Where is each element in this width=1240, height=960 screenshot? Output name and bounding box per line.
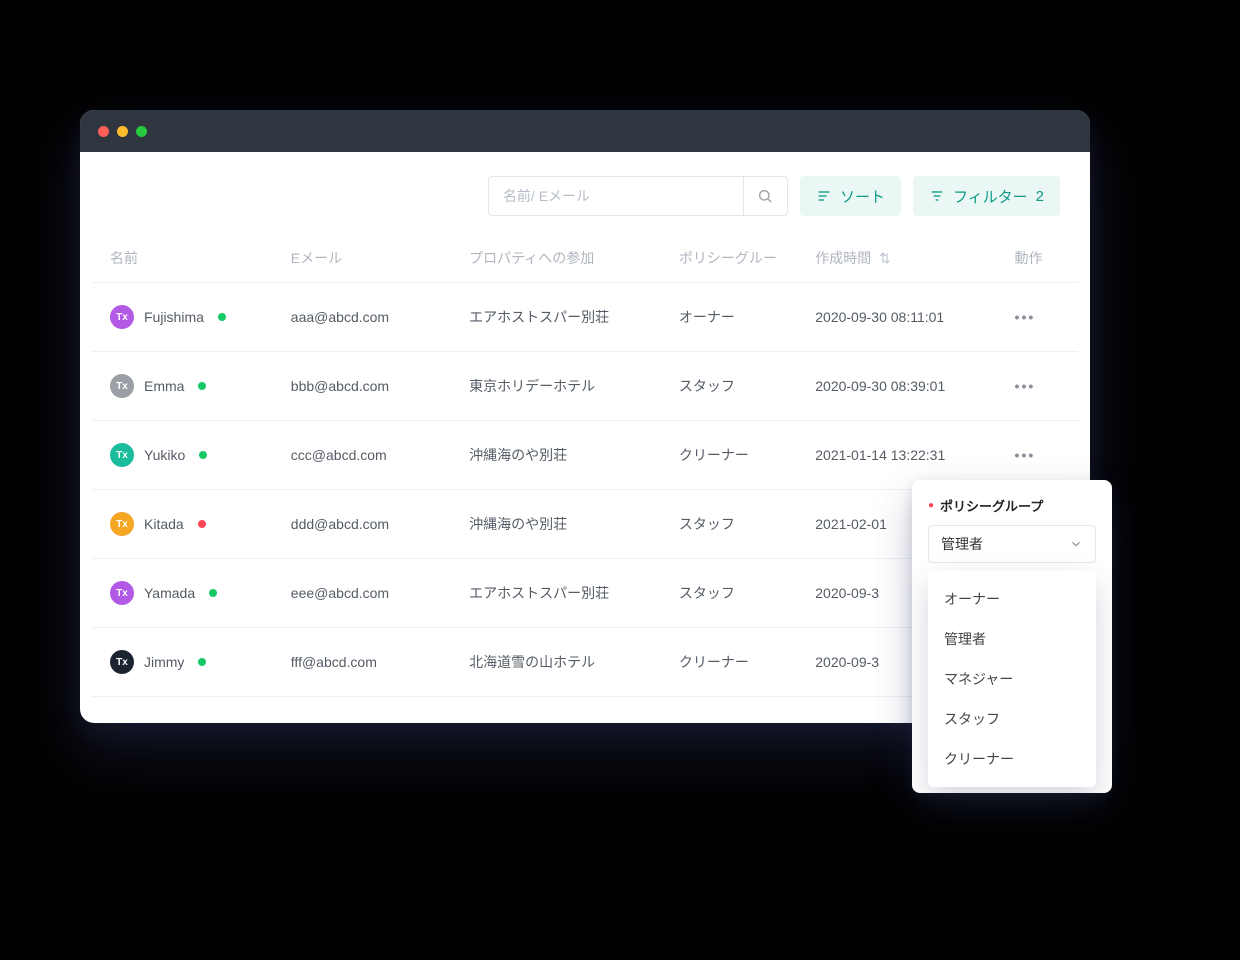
user-property: 北海道雪の山ホテル [459,628,669,697]
user-email: bbb@abcd.com [281,352,459,421]
user-created: 2020-09-30 08:11:01 [805,283,1004,352]
window-zoom-icon[interactable] [136,126,147,137]
avatar: Tx [110,512,134,536]
user-name: Yukiko [144,447,185,463]
sort-icon [816,188,832,204]
filter-label: フィルター [953,186,1028,207]
col-created[interactable]: 作成時間 ⇅ [805,234,1004,283]
select-value: 管理者 [941,534,983,554]
user-email: aaa@abcd.com [281,283,459,352]
status-dot-icon [209,589,217,597]
status-dot-icon [198,520,206,528]
user-name: Emma [144,378,184,394]
user-email: fff@abcd.com [281,628,459,697]
row-actions-button[interactable]: ••• [1015,378,1036,394]
user-name: Jimmy [144,654,184,670]
titlebar [80,110,1090,152]
user-created: 2020-09-30 08:39:01 [805,352,1004,421]
policy-option[interactable]: スタッフ [928,699,1096,739]
user-policy: スタッフ [669,352,805,421]
search-field [488,176,788,216]
policy-group-select[interactable]: 管理者 [928,525,1096,563]
table-row: Tx Fujishima aaa@abcd.comエアホストスパー別荘オーナー202… [92,283,1078,352]
filter-button[interactable]: フィルター 2 [913,176,1060,216]
status-dot-icon [199,451,207,459]
window-minimize-icon[interactable] [117,126,128,137]
popover-label: ● ポリシーグループ [928,496,1096,515]
user-name: Yamada [144,585,195,601]
user-property: エアホストスパー別荘 [459,559,669,628]
policy-option[interactable]: クリーナー [928,739,1096,779]
status-dot-icon [198,382,206,390]
user-policy: クリーナー [669,421,805,490]
user-policy: スタッフ [669,490,805,559]
policy-group-popover: ● ポリシーグループ 管理者 オーナー管理者マネジャースタッフクリーナー [912,480,1112,793]
policy-option[interactable]: 管理者 [928,619,1096,659]
user-policy: クリーナー [669,628,805,697]
user-property: エアホストスパー別荘 [459,283,669,352]
toolbar: ソート フィルター 2 [80,152,1090,234]
user-email: ccc@abcd.com [281,421,459,490]
user-name: Fujishima [144,309,204,325]
user-policy: スタッフ [669,559,805,628]
status-dot-icon [198,658,206,666]
table-row: Tx Emma bbb@abcd.com東京ホリデーホテルスタッフ2020-09-3… [92,352,1078,421]
chevron-down-icon [1069,537,1083,551]
col-name[interactable]: 名前 [92,234,281,283]
required-indicator-icon: ● [928,500,934,511]
search-icon [757,188,773,204]
col-action[interactable]: 動作 [1005,234,1078,283]
col-policy[interactable]: ポリシーグルー [669,234,805,283]
user-name: Kitada [144,516,184,532]
col-email[interactable]: Eメール [281,234,459,283]
policy-option[interactable]: オーナー [928,579,1096,619]
sort-label: ソート [840,186,885,207]
avatar: Tx [110,650,134,674]
window-close-icon[interactable] [98,126,109,137]
avatar: Tx [110,443,134,467]
user-property: 沖縄海のや別荘 [459,421,669,490]
status-dot-icon [218,313,226,321]
user-email: eee@abcd.com [281,559,459,628]
policy-option[interactable]: マネジャー [928,659,1096,699]
row-actions-button[interactable]: ••• [1015,447,1036,463]
avatar: Tx [110,305,134,329]
col-created-label: 作成時間 [815,250,871,266]
filter-count: 2 [1036,188,1044,205]
avatar: Tx [110,374,134,398]
user-property: 沖縄海のや別荘 [459,490,669,559]
user-policy: オーナー [669,283,805,352]
row-actions-button[interactable]: ••• [1015,309,1036,325]
user-property: 東京ホリデーホテル [459,352,669,421]
filter-icon [929,188,945,204]
user-email: ddd@abcd.com [281,490,459,559]
search-button[interactable] [743,177,787,215]
sort-indicator-icon: ⇅ [879,250,891,266]
search-input[interactable] [489,177,743,215]
policy-group-dropdown: オーナー管理者マネジャースタッフクリーナー [928,571,1096,787]
avatar: Tx [110,581,134,605]
col-property[interactable]: プロパティへの参加 [459,234,669,283]
sort-button[interactable]: ソート [800,176,901,216]
